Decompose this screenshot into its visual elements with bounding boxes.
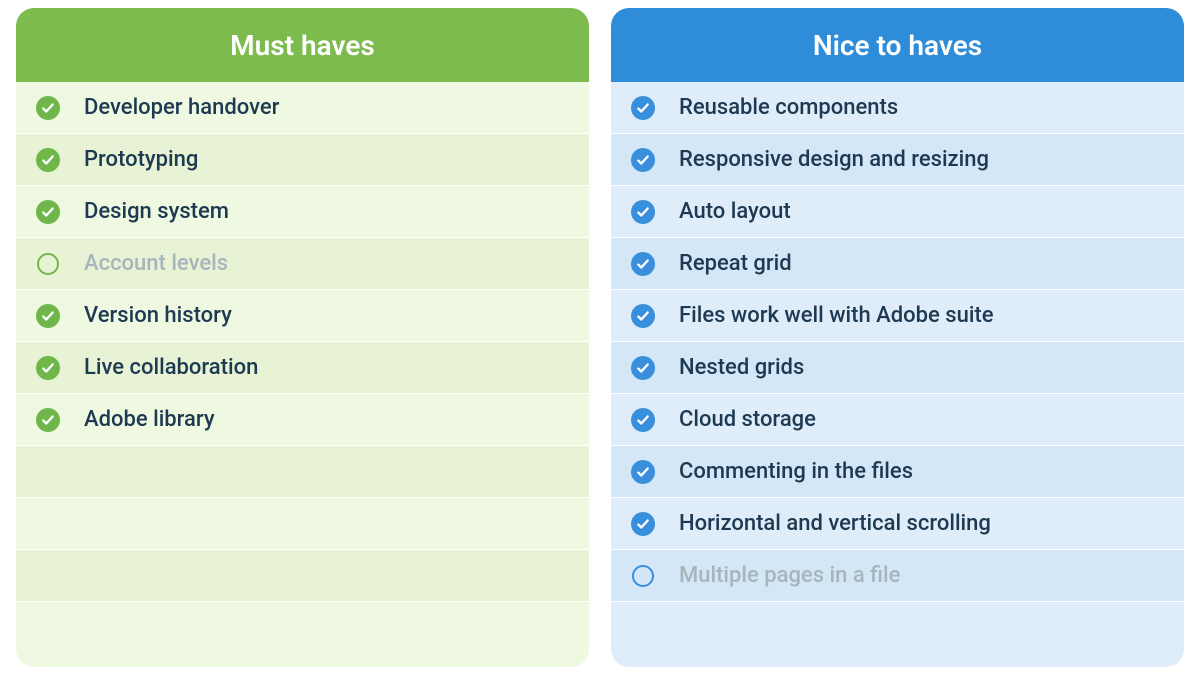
- list-item: Responsive design and resizing: [611, 134, 1184, 186]
- must-haves-header: Must haves: [16, 8, 589, 82]
- list-item: Horizontal and vertical scrolling: [611, 498, 1184, 550]
- check-icon: [36, 304, 60, 328]
- list-item: Developer handover: [16, 82, 589, 134]
- nice-to-haves-list: Reusable components Responsive design an…: [611, 82, 1184, 667]
- list-item-label: Auto layout: [679, 199, 791, 224]
- check-icon: [631, 148, 655, 172]
- must-haves-title: Must haves: [230, 29, 375, 62]
- list-item: Cloud storage: [611, 394, 1184, 446]
- circle-icon: [631, 564, 655, 588]
- check-icon: [631, 356, 655, 380]
- check-icon: [631, 304, 655, 328]
- list-item-label: Repeat grid: [679, 251, 792, 276]
- check-icon: [631, 512, 655, 536]
- nice-to-haves-card: Nice to haves Reusable components Respon…: [611, 8, 1184, 667]
- circle-icon: [36, 252, 60, 276]
- list-item-label: Responsive design and resizing: [679, 147, 989, 172]
- check-icon: [631, 460, 655, 484]
- empty-row: [16, 550, 589, 602]
- empty-row: [16, 498, 589, 550]
- nice-to-haves-title: Nice to haves: [813, 29, 982, 62]
- check-icon: [36, 408, 60, 432]
- must-haves-list: Developer handover Prototyping Design sy…: [16, 82, 589, 667]
- list-item: Adobe library: [16, 394, 589, 446]
- nice-to-haves-header: Nice to haves: [611, 8, 1184, 82]
- list-item: Auto layout: [611, 186, 1184, 238]
- list-item-label: Version history: [84, 303, 232, 328]
- list-item: Live collaboration: [16, 342, 589, 394]
- check-icon: [36, 96, 60, 120]
- list-item: Prototyping: [16, 134, 589, 186]
- list-item-label: Multiple pages in a file: [679, 563, 900, 588]
- list-item-label: Nested grids: [679, 355, 804, 380]
- list-item-label: Prototyping: [84, 147, 198, 172]
- list-item: Design system: [16, 186, 589, 238]
- list-item: Account levels: [16, 238, 589, 290]
- list-item: Files work well with Adobe suite: [611, 290, 1184, 342]
- list-item: Version history: [16, 290, 589, 342]
- list-item: Repeat grid: [611, 238, 1184, 290]
- empty-row: [611, 602, 1184, 667]
- list-item-label: Cloud storage: [679, 407, 816, 432]
- list-item-label: Live collaboration: [84, 355, 258, 380]
- list-item-label: Account levels: [84, 251, 228, 276]
- list-item: Multiple pages in a file: [611, 550, 1184, 602]
- list-item-label: Files work well with Adobe suite: [679, 303, 994, 328]
- list-item-label: Reusable components: [679, 95, 898, 120]
- check-icon: [36, 200, 60, 224]
- list-item-label: Adobe library: [84, 407, 215, 432]
- list-item: Nested grids: [611, 342, 1184, 394]
- list-item: Reusable components: [611, 82, 1184, 134]
- check-icon: [631, 200, 655, 224]
- list-item: Commenting in the files: [611, 446, 1184, 498]
- check-icon: [36, 148, 60, 172]
- check-icon: [631, 96, 655, 120]
- list-item-label: Design system: [84, 199, 229, 224]
- check-icon: [631, 252, 655, 276]
- check-icon: [631, 408, 655, 432]
- list-item-label: Horizontal and vertical scrolling: [679, 511, 991, 536]
- list-item-label: Developer handover: [84, 95, 279, 120]
- list-item-label: Commenting in the files: [679, 459, 913, 484]
- empty-row: [16, 602, 589, 667]
- empty-row: [16, 446, 589, 498]
- check-icon: [36, 356, 60, 380]
- must-haves-card: Must haves Developer handover Prototypin…: [16, 8, 589, 667]
